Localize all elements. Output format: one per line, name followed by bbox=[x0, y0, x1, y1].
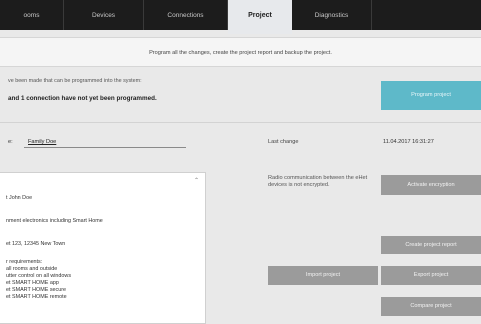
description-line: t John Doe bbox=[6, 195, 33, 201]
chevron-up-icon[interactable]: ⌃ bbox=[194, 177, 199, 184]
description-line: et SMART HOME remote bbox=[6, 294, 67, 300]
project-name-label: e: bbox=[8, 139, 13, 145]
tab-rooms[interactable]: ooms bbox=[0, 0, 64, 30]
tab-devices[interactable]: Devices bbox=[64, 0, 144, 30]
unprogrammed-notice: and 1 connection have not yet been progr… bbox=[8, 95, 157, 102]
description-line: et 123, 12345 New Town bbox=[6, 241, 66, 247]
description-line: nment electronics including Smart Home bbox=[6, 218, 103, 224]
import-project-button[interactable]: Import project bbox=[268, 266, 378, 285]
section-divider bbox=[0, 122, 481, 123]
project-description-textarea[interactable]: ⌃ t John Doe nment electronics including… bbox=[0, 172, 206, 324]
description-line: r requirements: bbox=[6, 259, 43, 265]
description-line: et SMART HOME secure bbox=[6, 287, 67, 293]
tab-bar: ooms Devices Connections Project Diagnos… bbox=[0, 0, 481, 34]
description-line: et SMART HOME app bbox=[6, 280, 59, 286]
last-change-label: Last change bbox=[268, 139, 299, 145]
description-line: all rooms and outside bbox=[6, 266, 58, 272]
tab-project[interactable]: Project bbox=[228, 0, 292, 34]
encryption-status-text: Radio communication between the eHet dev… bbox=[268, 175, 368, 188]
compare-project-button[interactable]: Compare project bbox=[381, 297, 481, 316]
program-project-button[interactable]: Program project bbox=[381, 81, 481, 110]
info-bar: Program all the changes, create the proj… bbox=[0, 37, 481, 67]
tab-connections[interactable]: Connections bbox=[144, 0, 228, 30]
description-line: utter control on all windows bbox=[6, 273, 72, 279]
export-project-button[interactable]: Export project bbox=[381, 266, 481, 285]
changes-notice: ve been made that can be programmed into… bbox=[8, 78, 142, 84]
last-change-value: 11.04.2017 16:31:27 bbox=[383, 139, 434, 145]
create-project-report-button[interactable]: Create project report bbox=[381, 236, 481, 254]
tab-diagnostics[interactable]: Diagnostics bbox=[292, 0, 372, 30]
project-name-input[interactable] bbox=[24, 137, 186, 148]
activate-encryption-button[interactable]: Activate encryption bbox=[381, 175, 481, 195]
